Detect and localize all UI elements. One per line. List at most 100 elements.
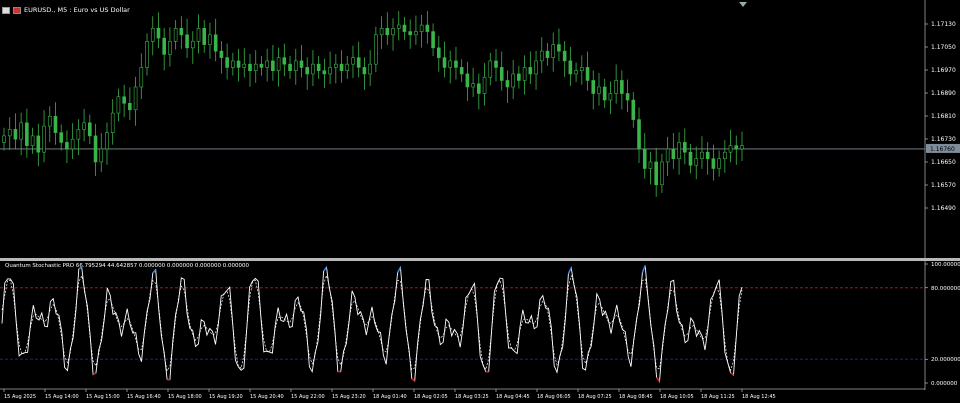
candle-body — [562, 50, 567, 62]
candle-body — [454, 60, 458, 68]
candle-body — [482, 76, 487, 94]
time-axis-label: 15 Aug 18:00 — [168, 394, 202, 400]
candle-body — [448, 60, 453, 68]
oversold-segment — [411, 377, 416, 382]
candle-body — [288, 63, 292, 71]
overbought-segment — [567, 267, 572, 275]
price-axis-label: 1.16490 — [931, 205, 956, 212]
candle-body — [431, 31, 435, 49]
candle-body — [620, 80, 624, 94]
indicator-axis-label: 0.000000 — [931, 381, 958, 387]
candle-body — [574, 70, 578, 75]
candle-body — [379, 28, 384, 36]
candle-body — [248, 63, 252, 71]
candle-body — [368, 63, 372, 75]
candle-body — [625, 93, 630, 101]
candle-body — [122, 96, 126, 104]
candle-body — [19, 122, 23, 140]
overbought-segment — [152, 269, 157, 274]
candle-body — [2, 135, 6, 143]
time-axis-label: 15 Aug 15:00 — [86, 394, 120, 400]
candle-body — [190, 41, 195, 49]
time-axis-label: 18 Aug 03:25 — [455, 394, 489, 400]
candle-body — [597, 86, 601, 94]
time-axis-labels: 15 Aug 2025 15 Aug 14:00 15 Aug 15:00 15 Au… — [3, 389, 776, 400]
candle-body — [168, 41, 172, 55]
candle-body — [436, 47, 441, 58]
time-axis-label: 15 Aug 14:00 — [45, 394, 79, 400]
candle-body — [700, 151, 704, 160]
candle-body — [265, 60, 269, 68]
candle-body — [374, 34, 378, 65]
candle-body — [494, 60, 498, 68]
candle-body — [551, 44, 556, 58]
price-chart[interactable]: 1.17130 1.17050 1.16970 1.16890 1.16810 1.167… — [0, 0, 960, 258]
time-axis-label: 18 Aug 11:25 — [701, 394, 735, 400]
candle-body — [414, 31, 418, 36]
time-axis-label: 15 Aug 22:00 — [291, 394, 325, 400]
candle-body — [442, 57, 447, 68]
candle-body — [642, 148, 647, 169]
candle-body — [459, 67, 464, 75]
overbought-segment — [396, 267, 402, 274]
candle-body — [88, 122, 92, 137]
candle-body — [70, 138, 75, 150]
price-axis: 1.17130 1.17050 1.16970 1.16890 1.16810 1.167… — [925, 21, 956, 212]
candle-body — [47, 116, 52, 127]
candle-body — [30, 135, 35, 146]
candle-body — [150, 28, 155, 42]
candle-body — [648, 161, 653, 169]
candle-body — [557, 44, 561, 52]
candle-body — [654, 161, 658, 186]
candle-body — [208, 34, 212, 45]
candle-body — [259, 63, 264, 68]
candle-body — [93, 135, 98, 163]
candle-body — [25, 122, 29, 146]
candle-body — [116, 96, 121, 114]
candle-body — [539, 50, 544, 62]
candle-body — [740, 145, 744, 150]
candle-body — [511, 73, 515, 88]
candle-body — [162, 37, 166, 55]
candle-body — [717, 158, 721, 169]
candle-body — [591, 80, 596, 94]
candle-body — [299, 60, 304, 68]
candle-body — [580, 67, 584, 71]
candle-body — [602, 86, 607, 101]
candle-body — [465, 73, 470, 88]
candle-body — [665, 148, 670, 163]
candle-body — [351, 57, 355, 65]
candle-body — [723, 151, 727, 160]
candle-body — [499, 67, 504, 81]
candle-body — [110, 112, 115, 133]
candle-body — [408, 31, 412, 36]
candle-body — [528, 67, 533, 75]
candle-body — [631, 99, 636, 120]
time-axis-label: 18 Aug 02:05 — [414, 394, 448, 400]
price-axis-label: 1.16970 — [931, 67, 956, 74]
time-axis-label: 15 Aug 20:40 — [250, 394, 284, 400]
candle-body — [505, 80, 510, 88]
candle-body — [728, 145, 733, 153]
candle-body — [517, 73, 521, 81]
candle-body — [99, 148, 104, 163]
oversold-segment — [655, 376, 661, 383]
candle-body — [242, 63, 247, 68]
candle-body — [385, 28, 390, 36]
candle-body — [173, 28, 178, 42]
candle-body — [145, 41, 149, 68]
candlestick-series — [2, 11, 744, 197]
candle-body — [585, 67, 590, 81]
candle-body — [316, 63, 321, 71]
candle-body — [688, 151, 693, 166]
stochastic-indicator-pane[interactable]: 100.000000 80.000000 20.000000 0.000000 — [0, 261, 960, 390]
candle-body — [53, 116, 58, 133]
candle-body — [156, 28, 161, 39]
candle-body — [711, 158, 716, 169]
candle-body — [219, 50, 224, 58]
candle-body — [608, 93, 613, 101]
price-axis-label: 1.17130 — [931, 21, 956, 28]
candle-body — [419, 24, 424, 32]
candle-body — [231, 60, 235, 68]
candle-body — [396, 24, 401, 29]
